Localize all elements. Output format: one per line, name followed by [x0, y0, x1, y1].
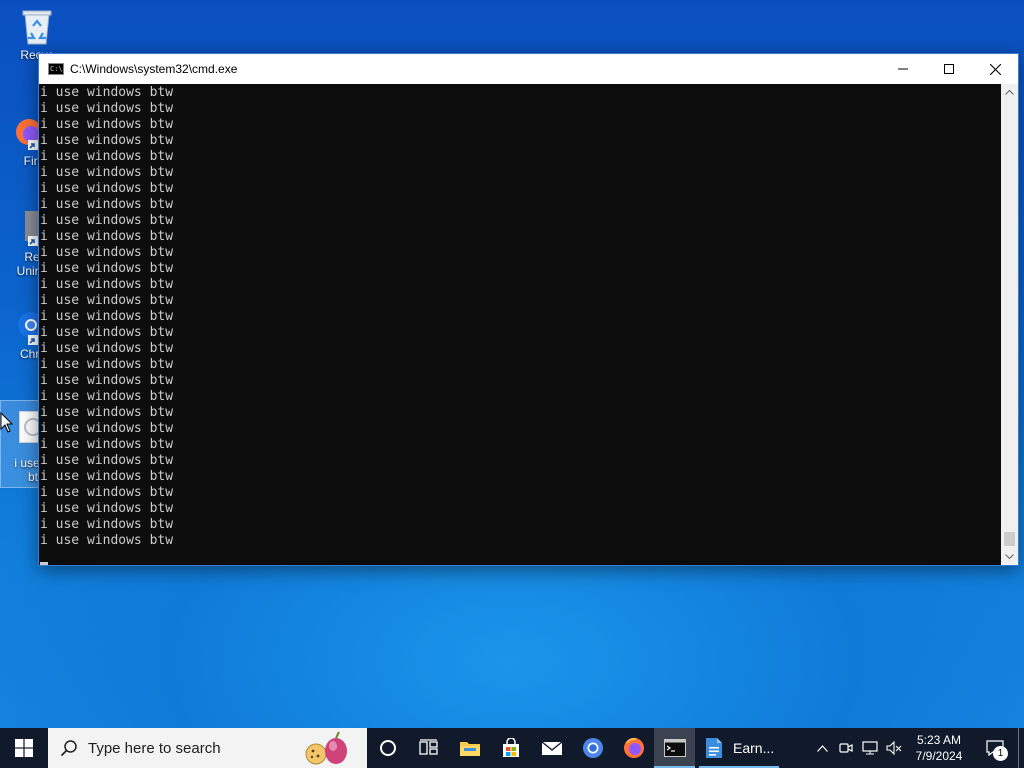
- windows-logo-icon: [15, 739, 33, 757]
- start-button[interactable]: [0, 728, 48, 768]
- firefox-icon: [16, 119, 42, 150]
- minimize-icon: [898, 68, 908, 70]
- clock-date: 7/9/2024: [915, 749, 963, 763]
- scroll-up-arrow[interactable]: [1001, 84, 1018, 101]
- console-line: i use windows btw: [40, 501, 174, 516]
- camera-icon: [839, 743, 853, 753]
- console-line: i use windows btw: [40, 405, 174, 420]
- taskbar: Type here to search Earn... 5:23 AM 7/9/…: [0, 728, 1024, 768]
- console-line: i use windows btw: [40, 101, 174, 116]
- taskbar-cmd[interactable]: [654, 728, 695, 768]
- vertical-scrollbar[interactable]: [1001, 84, 1018, 565]
- chrome-icon: [18, 312, 43, 345]
- network-monitor-icon: [862, 741, 878, 755]
- show-desktop-button[interactable]: [1018, 728, 1024, 768]
- console-line: i use windows btw: [40, 341, 174, 356]
- cortana-circle-icon: [379, 740, 396, 756]
- folder-icon: [459, 742, 480, 756]
- console-line: i use windows btw: [40, 325, 174, 340]
- console-line: i use windows btw: [40, 485, 174, 500]
- console-line: i use windows btw: [40, 229, 174, 244]
- taskbar-chrome[interactable]: [572, 728, 613, 768]
- meet-now-button[interactable]: [834, 728, 858, 768]
- task-view-icon: [418, 739, 438, 755]
- cmd-window[interactable]: C:\Windows\system32\cmd.exe i use window…: [38, 53, 1019, 566]
- console-line: i use windows btw: [40, 469, 174, 484]
- console-output[interactable]: i use windows btw i use windows btw i use …: [39, 84, 1001, 565]
- console-line: i use windows btw: [40, 245, 174, 260]
- task-view-button[interactable]: [408, 728, 449, 768]
- close-button[interactable]: [972, 54, 1018, 84]
- console-line: i use windows btw: [40, 165, 174, 180]
- console-line: i use windows btw: [40, 261, 174, 276]
- search-placeholder: Type here to search: [88, 739, 221, 757]
- maximize-button[interactable]: [926, 54, 972, 84]
- console-line: i use windows btw: [40, 309, 174, 324]
- mouse-cursor-icon: [0, 412, 14, 433]
- console-line: i use windows btw: [40, 357, 174, 372]
- console-line: i use windows btw: [40, 421, 174, 436]
- clock-time: 5:23 AM: [916, 733, 962, 747]
- console-line: i use windows btw: [40, 437, 174, 452]
- wordpad-document-icon: [706, 738, 722, 758]
- console-line: i use windows btw: [40, 197, 174, 212]
- scroll-down-arrow[interactable]: [1001, 548, 1018, 565]
- console-line: i use windows btw: [40, 533, 174, 548]
- taskbar-mail[interactable]: [531, 728, 572, 768]
- system-tray: 5:23 AM 7/9/2024 1: [810, 728, 1024, 768]
- maximize-icon: [944, 64, 954, 74]
- firefox-icon: [623, 737, 644, 758]
- volume-button[interactable]: [882, 728, 906, 768]
- console-line: i use windows btw: [40, 293, 174, 308]
- console-line: i use windows btw: [40, 85, 174, 100]
- console-line: i use windows btw: [40, 517, 174, 532]
- console-line: i use windows btw: [40, 373, 174, 388]
- console-line: i use windows btw: [40, 213, 174, 228]
- mail-envelope-icon: [541, 741, 562, 755]
- minimize-button[interactable]: [880, 54, 926, 84]
- text-cursor: [40, 562, 48, 565]
- window-titlebar[interactable]: C:\Windows\system32\cmd.exe: [39, 54, 1018, 84]
- command-prompt-icon: [663, 739, 686, 757]
- chevron-down-icon: [1005, 554, 1014, 559]
- show-hidden-icons-button[interactable]: [810, 728, 834, 768]
- chevron-up-icon: [1005, 90, 1014, 95]
- chrome-icon: [582, 738, 603, 758]
- console-line: i use windows btw: [40, 149, 174, 164]
- search-icon: [60, 740, 77, 757]
- search-highlight-fruit-icon: [305, 731, 347, 765]
- notification-count-badge: 1: [993, 746, 1008, 761]
- console-line: i use windows btw: [40, 181, 174, 196]
- wordpad-label: Earn...: [733, 740, 775, 756]
- cortana-button[interactable]: [367, 728, 408, 768]
- search-box[interactable]: Type here to search: [48, 728, 367, 768]
- taskbar-microsoft-store[interactable]: [490, 728, 531, 768]
- taskbar-firefox[interactable]: [613, 728, 654, 768]
- store-bag-icon: [502, 738, 519, 757]
- uninstaller-icon: [25, 211, 41, 246]
- volume-muted-icon: [886, 741, 902, 755]
- taskbar-file-explorer[interactable]: [449, 728, 490, 768]
- console-line: i use windows btw: [40, 453, 174, 468]
- cmd-app-icon: [48, 63, 64, 75]
- scroll-thumb[interactable]: [1004, 532, 1015, 546]
- action-center-button[interactable]: 1: [972, 728, 1018, 768]
- network-button[interactable]: [858, 728, 882, 768]
- console-line: i use windows btw: [40, 117, 174, 132]
- window-title: C:\Windows\system32\cmd.exe: [70, 62, 238, 76]
- console-line: i use windows btw: [40, 389, 174, 404]
- taskbar-wordpad[interactable]: Earn...: [695, 728, 783, 768]
- taskbar-clock[interactable]: 5:23 AM 7/9/2024: [906, 732, 972, 764]
- recycle-bin-icon: [19, 6, 55, 46]
- console-line: i use windows btw: [40, 133, 174, 148]
- close-icon: [989, 63, 1001, 75]
- chevron-up-icon: [816, 744, 828, 752]
- console-line: i use windows btw: [40, 277, 174, 292]
